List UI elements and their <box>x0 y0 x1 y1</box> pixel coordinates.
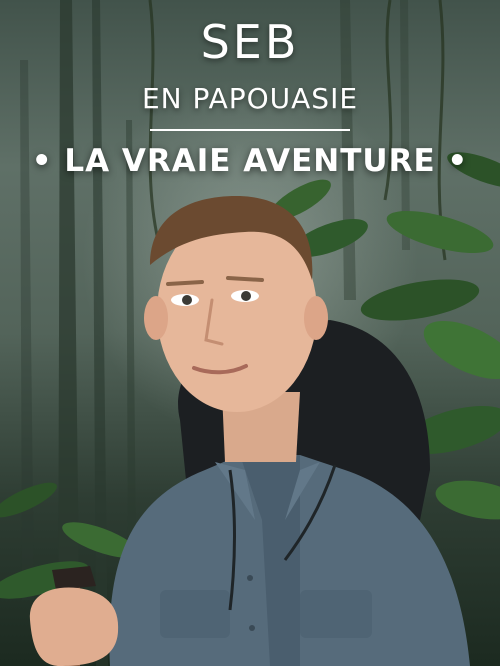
poster: SEB EN PAPOUASIE • LA VRAIE AVENTURE • <box>0 0 500 666</box>
title-divider <box>150 129 350 131</box>
title-subtitle: EN PAPOUASIE <box>141 82 359 115</box>
title-tagline: • LA VRAIE AVENTURE • <box>31 143 469 179</box>
title-name: SEB <box>200 15 300 69</box>
